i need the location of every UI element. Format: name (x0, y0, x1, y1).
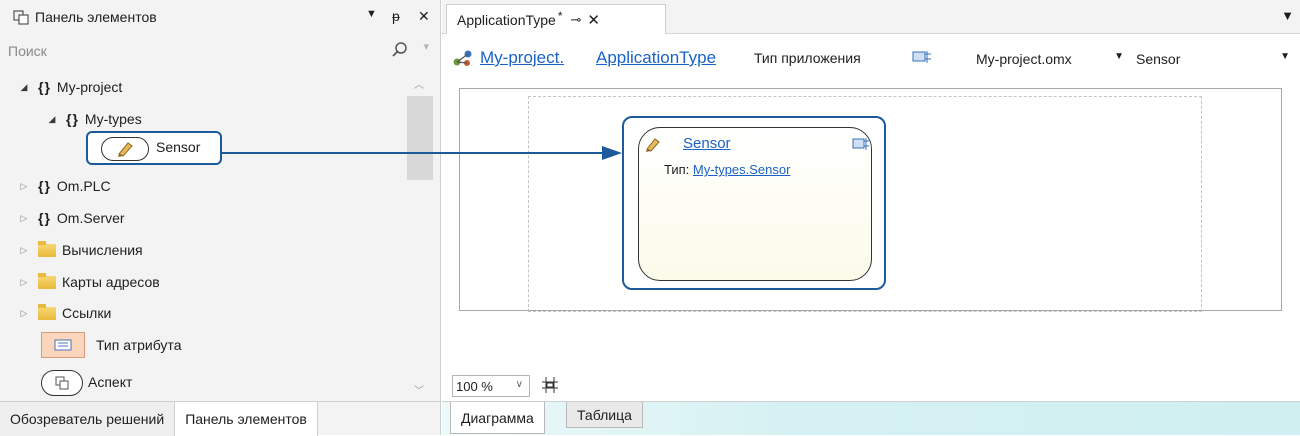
tree-item-label: Om.PLC (56, 178, 111, 194)
element-select[interactable]: Sensor ▼ (1132, 46, 1296, 72)
tree-scrollbar[interactable]: ︿ ﹀ (406, 72, 434, 402)
tree-item-my-project[interactable]: ◢ {} My-project (18, 73, 123, 101)
breadcrumb-type-link[interactable]: ApplicationType (596, 48, 716, 68)
collapsed-arrow-icon[interactable]: ▷ (18, 213, 30, 224)
sensor-node[interactable] (638, 127, 872, 281)
tree-item-label: Om.Server (56, 210, 125, 226)
search-placeholder: Поиск (8, 43, 47, 59)
document-list-menu-icon[interactable]: ▼ (1281, 8, 1294, 23)
attribute-icon (54, 339, 72, 351)
tree-item-label: My-project (56, 79, 123, 95)
zoom-value: 100 % (456, 378, 493, 394)
type-prefix: Тип: (664, 162, 690, 177)
breadcrumb-project-link[interactable]: My-project. (480, 48, 564, 68)
file-select-value: My-project.omx (976, 51, 1072, 67)
tab-toolbox[interactable]: Панель элементов (175, 402, 318, 436)
tree-item-om-plc[interactable]: ▷ {} Om.PLC (18, 172, 111, 200)
expanded-arrow-icon[interactable]: ◢ (46, 114, 58, 125)
aspect-shape[interactable] (41, 370, 83, 396)
toolbox-icon (13, 10, 29, 25)
chevron-down-icon[interactable]: ▼ (1114, 51, 1124, 62)
diagram-bottom-tabs: Диаграмма Таблица (442, 401, 1300, 435)
search-input[interactable]: Поиск ▾ (2, 38, 439, 64)
type-edit-icon[interactable] (912, 50, 932, 64)
tab-application-type[interactable]: ApplicationType * ⊸ ✕ (446, 4, 666, 34)
collapsed-arrow-icon[interactable]: ▷ (18, 308, 30, 319)
tree-item-label: My-types (84, 111, 142, 127)
tree-item-label: Карты адресов (62, 274, 160, 290)
pencil-icon (118, 142, 133, 157)
sensor-type-shape[interactable] (101, 137, 149, 161)
tab-pin-icon[interactable]: ⊸ (571, 12, 582, 28)
tree-item-sensor-label[interactable]: Sensor (156, 139, 200, 155)
collapsed-arrow-icon[interactable]: ▷ (18, 181, 30, 192)
scroll-down-icon[interactable]: ﹀ (414, 382, 424, 397)
search-options-dropdown-icon[interactable]: ▾ (423, 40, 429, 53)
search-icon[interactable] (391, 41, 409, 59)
collapsed-arrow-icon[interactable]: ▷ (18, 245, 30, 256)
diagram-toolbar: My-project. ApplicationType Тип приложен… (442, 40, 1300, 76)
panel-pin-icon[interactable]: ᵽ (392, 8, 400, 24)
scrollbar-thumb[interactable] (407, 96, 433, 180)
toolbox-title: Панель элементов (35, 9, 157, 25)
tree-item-label: Вычисления (62, 242, 143, 258)
grid-icon[interactable] (540, 375, 560, 395)
collapsed-arrow-icon[interactable]: ▷ (18, 277, 30, 288)
document-tab-bar: ApplicationType * ⊸ ✕ ▼ (442, 0, 1300, 34)
namespace-icon: {} (38, 210, 51, 226)
sensor-node-title[interactable]: Sensor (683, 135, 731, 152)
tree-item-label: Ссылки (62, 305, 112, 321)
tree-item-address-maps[interactable]: ▷ Карты адресов (18, 268, 160, 296)
folder-icon (38, 272, 56, 289)
tab-table[interactable]: Таблица (566, 402, 643, 428)
element-select-value: Sensor (1136, 51, 1181, 67)
sensor-node-type: Тип: My-types.Sensor (664, 162, 790, 177)
zoom-select[interactable]: 100 % ∨ (452, 375, 530, 397)
folder-icon (38, 240, 56, 257)
chevron-down-icon[interactable]: ▼ (1280, 51, 1290, 62)
namespace-icon: {} (38, 79, 51, 95)
toolbox-panel: Панель элементов ▼ ᵽ ✕ Поиск ▾ ◢ {} My-p… (0, 0, 441, 436)
tree-item-aspect-label[interactable]: Аспект (88, 374, 132, 390)
namespace-icon: {} (66, 111, 79, 127)
aspect-icon (55, 376, 69, 390)
tab-title: ApplicationType (457, 11, 556, 28)
toolbox-title-bar: Панель элементов ▼ ᵽ ✕ (0, 0, 441, 34)
chevron-down-icon[interactable]: ∨ (516, 379, 523, 390)
tab-solution-explorer[interactable]: Обозреватель решений (0, 402, 176, 436)
sensor-type-link[interactable]: My-types.Sensor (693, 162, 791, 177)
tree-item-om-server[interactable]: ▷ {} Om.Server (18, 204, 125, 232)
tab-diagram[interactable]: Диаграмма (450, 402, 545, 434)
panel-dropdown-icon[interactable]: ▼ (366, 8, 377, 20)
file-select[interactable]: My-project.omx ▼ (972, 46, 1130, 72)
tree-item-calculations[interactable]: ▷ Вычисления (18, 236, 143, 264)
panel-close-icon[interactable]: ✕ (418, 8, 430, 25)
application-type-icon (453, 50, 472, 66)
attribute-type-shape[interactable] (41, 332, 85, 358)
tree-item-attribute-type-label[interactable]: Тип атрибута (96, 337, 181, 353)
pencil-icon (646, 138, 660, 152)
namespace-icon: {} (38, 178, 51, 194)
tab-close-icon[interactable]: ✕ (587, 11, 600, 29)
tree-item-links[interactable]: ▷ Ссылки (18, 299, 111, 327)
tree-item-my-types[interactable]: ◢ {} My-types (46, 105, 142, 133)
folder-icon (38, 303, 56, 320)
left-bottom-tabs: Обозреватель решений Панель элементов (0, 401, 441, 436)
type-kind-label: Тип приложения (754, 50, 861, 66)
node-properties-icon[interactable] (852, 137, 870, 151)
expanded-arrow-icon[interactable]: ◢ (18, 82, 30, 93)
scroll-up-icon[interactable]: ︿ (414, 76, 424, 91)
modified-indicator: * (557, 8, 563, 23)
